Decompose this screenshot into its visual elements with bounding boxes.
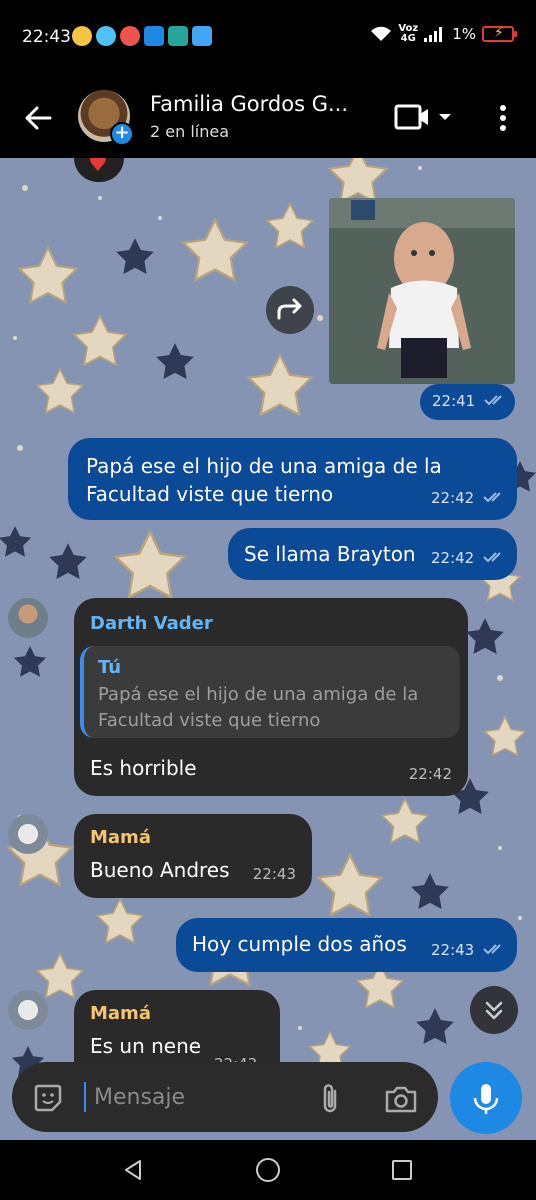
message-time: 22:42 (431, 484, 505, 512)
sender-name: Mamá (90, 1003, 151, 1024)
online-status: 2 en línea (150, 122, 230, 141)
message-time: 22:42 (431, 544, 505, 572)
download-icon (144, 26, 164, 46)
message-time: 22:42 (408, 765, 452, 783)
system-navigation-bar (0, 1140, 536, 1200)
video-call-icon[interactable] (394, 102, 458, 132)
input-box[interactable] (12, 1062, 438, 1132)
quote-author: Tú (98, 657, 122, 678)
add-member-icon[interactable]: + (110, 122, 134, 146)
forward-button[interactable] (266, 286, 314, 334)
sender-avatar[interactable] (8, 598, 48, 638)
double-check-icon (483, 552, 501, 563)
message-text: Se llama Brayton (244, 542, 416, 566)
nav-home-icon[interactable] (256, 1158, 280, 1182)
camera-icon[interactable] (384, 1084, 418, 1114)
status-bar: 22:43 Voz 4G 1% ⚡ (0, 0, 536, 80)
notification-app-icon (96, 26, 116, 46)
photo-image (329, 198, 515, 384)
notification-app-icon (120, 26, 140, 46)
notification-icons (72, 26, 212, 46)
status-time: 22:43 (22, 27, 71, 47)
nav-recents-icon[interactable] (392, 1160, 412, 1180)
outgoing-message[interactable]: Hoy cumple dos años 22:43 (176, 918, 517, 972)
scroll-down-button[interactable] (470, 986, 518, 1034)
status-right: Voz 4G 1% ⚡ (370, 23, 517, 44)
message-text: Es horrible (90, 756, 197, 780)
mic-icon (473, 1084, 499, 1114)
double-check-icon (484, 395, 502, 406)
back-arrow-icon[interactable] (20, 100, 56, 136)
message-time: 22:43 (252, 865, 296, 883)
voice-record-button[interactable] (450, 1062, 522, 1134)
message-time: 22:43 (431, 936, 505, 964)
outgoing-message[interactable]: Papá ese el hijo de una amiga de la Facu… (68, 438, 517, 520)
double-check-icon (483, 492, 501, 503)
message-text: Hoy cumple dos años (192, 932, 407, 956)
wifi-icon (371, 26, 392, 41)
nav-back-icon[interactable] (122, 1158, 144, 1182)
sender-avatar[interactable] (8, 814, 48, 854)
reply-quote[interactable]: Tú Papá ese el hijo de una amiga de la F… (80, 646, 460, 738)
photo-message[interactable] (329, 198, 515, 384)
photo-timestamp: 22:41 (420, 384, 515, 420)
sender-name: Mamá (90, 827, 151, 848)
attach-icon[interactable] (317, 1082, 343, 1116)
signal-icon (424, 27, 443, 42)
outgoing-message[interactable]: Se llama Brayton 22:42 (228, 528, 517, 580)
sticker-icon[interactable] (32, 1082, 64, 1114)
scroll-down-icon (485, 1001, 503, 1020)
incoming-message[interactable]: Darth Vader Tú Papá ese el hijo de una a… (74, 598, 468, 796)
network-type: Voz 4G (398, 23, 419, 44)
cloud-icon (192, 26, 212, 46)
battery-icon: ⚡ (482, 25, 517, 42)
chat-title[interactable]: Familia Gordos G... (150, 92, 370, 116)
quote-text: Papá ese el hijo de una amiga de la Facu… (98, 684, 419, 731)
notification-app-icon (72, 26, 92, 46)
message-input[interactable] (84, 1074, 304, 1120)
message-text: Papá ese el hijo de una amiga de la Facu… (86, 454, 442, 506)
sender-name: Darth Vader (90, 613, 213, 634)
heart-icon: ♥ (88, 158, 108, 177)
more-vert-icon[interactable] (490, 100, 516, 136)
chat-area[interactable]: ♥ 22:41 Papá ese el hijo de una amiga de… (0, 158, 536, 1140)
sender-avatar[interactable] (8, 990, 48, 1030)
incoming-message[interactable]: Mamá Bueno Andres 22:43 (74, 814, 312, 898)
double-check-icon (483, 944, 501, 955)
forward-icon (277, 298, 302, 320)
notification-app-icon (168, 26, 188, 46)
message-composer (0, 1058, 536, 1140)
chevron-down-icon (439, 114, 451, 120)
chat-header: + Familia Gordos G... 2 en línea (0, 80, 536, 158)
battery-percent: 1% (452, 25, 476, 43)
